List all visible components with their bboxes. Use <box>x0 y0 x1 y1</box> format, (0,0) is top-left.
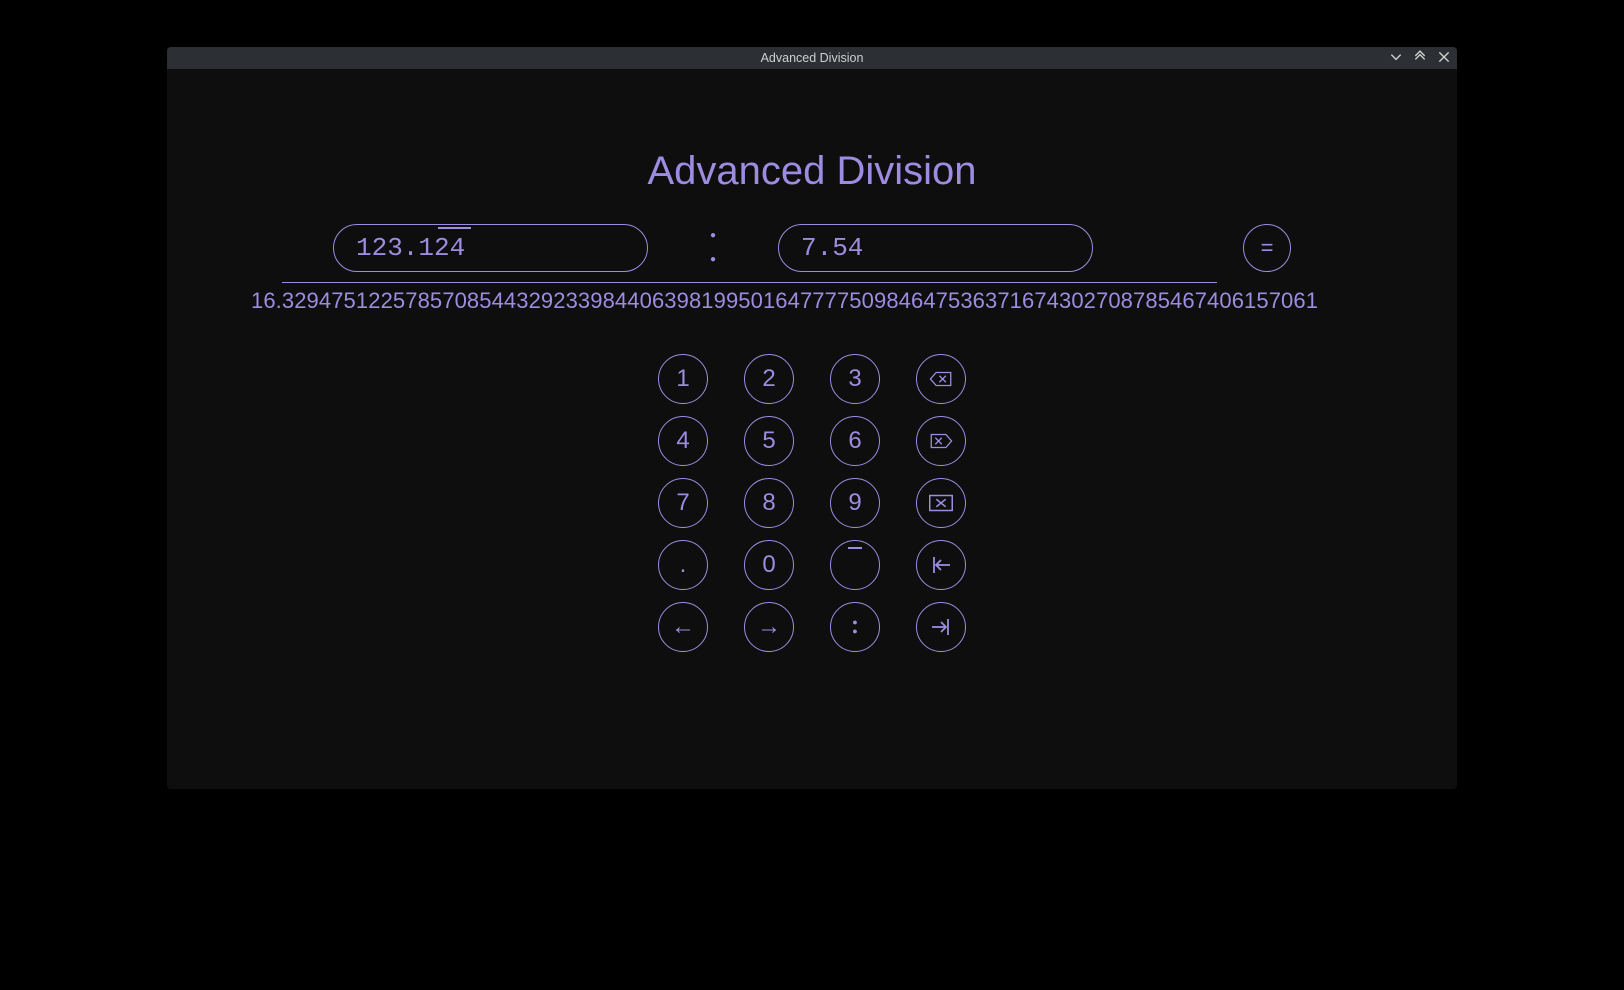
window-controls <box>1389 50 1451 66</box>
key-6[interactable]: 6 <box>830 416 880 466</box>
key-right[interactable]: → <box>744 602 794 652</box>
backspace-icon <box>928 366 954 392</box>
result-row: 16.3294751225785708544329233984406398199… <box>167 282 1457 314</box>
overline-icon <box>848 547 862 549</box>
key-0[interactable]: 0 <box>744 540 794 590</box>
content-area: Advanced Division ●● = 16.32947512257857… <box>167 69 1457 789</box>
equals-button[interactable]: = <box>1243 224 1291 272</box>
key-dot[interactable]: . <box>658 540 708 590</box>
minimize-icon[interactable] <box>1389 50 1403 66</box>
titlebar[interactable]: Advanced Division <box>167 47 1457 69</box>
page-title: Advanced Division <box>167 149 1457 194</box>
result-underline <box>282 282 1217 283</box>
key-delete-forward[interactable] <box>916 416 966 466</box>
dividend-input[interactable] <box>333 224 648 272</box>
division-operator: ●● <box>688 230 738 266</box>
key-8[interactable]: 8 <box>744 478 794 528</box>
arrow-bar-left-icon <box>928 552 954 578</box>
keypad: 1 2 3 4 5 6 7 8 9 <box>167 354 1457 652</box>
key-5[interactable]: 5 <box>744 416 794 466</box>
result-value: 16.3294751225785708544329233984406398199… <box>251 282 1373 314</box>
key-2[interactable]: 2 <box>744 354 794 404</box>
window-title: Advanced Division <box>761 51 864 65</box>
dividend-wrap <box>333 224 648 272</box>
divisor-input[interactable] <box>778 224 1093 272</box>
key-home[interactable] <box>916 540 966 590</box>
key-left[interactable]: ← <box>658 602 708 652</box>
key-4[interactable]: 4 <box>658 416 708 466</box>
key-backspace[interactable] <box>916 354 966 404</box>
key-colon[interactable]: ●● <box>830 602 880 652</box>
key-3[interactable]: 3 <box>830 354 880 404</box>
key-clear[interactable] <box>916 478 966 528</box>
maximize-icon[interactable] <box>1413 50 1427 66</box>
key-overline[interactable] <box>830 540 880 590</box>
inputs-row: ●● = <box>167 224 1457 272</box>
colon-icon: ●● <box>852 618 857 636</box>
key-end[interactable] <box>916 602 966 652</box>
clear-box-icon <box>926 490 956 516</box>
app-window: Advanced Division Advanced Division ●● <box>167 47 1457 789</box>
arrow-bar-right-icon <box>928 614 954 640</box>
key-7[interactable]: 7 <box>658 478 708 528</box>
delete-forward-icon <box>928 428 954 454</box>
divisor-wrap <box>778 224 1093 272</box>
close-icon[interactable] <box>1437 50 1451 66</box>
key-9[interactable]: 9 <box>830 478 880 528</box>
key-1[interactable]: 1 <box>658 354 708 404</box>
